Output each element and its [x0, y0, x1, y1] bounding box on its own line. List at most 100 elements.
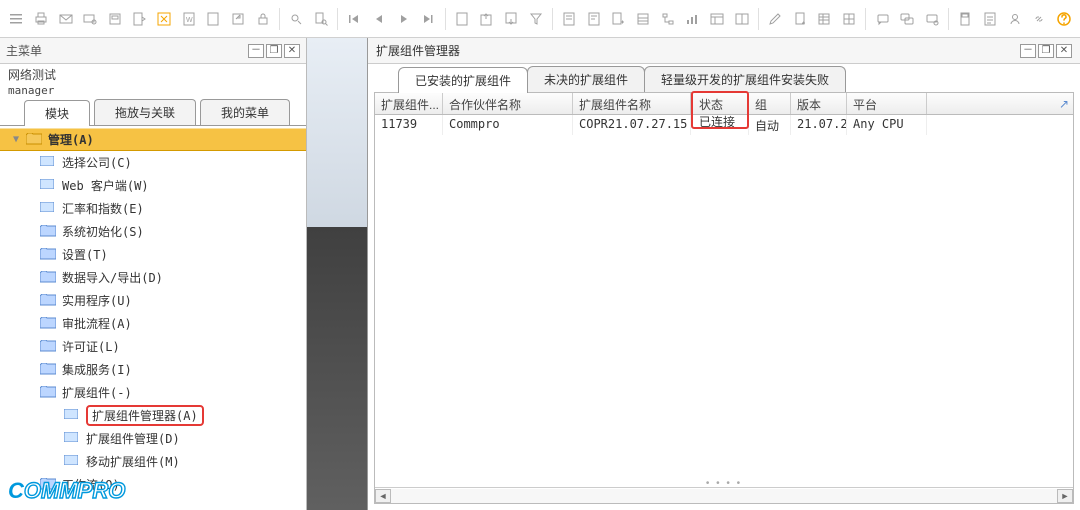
table-icon[interactable] — [814, 8, 835, 30]
tree-label: 实用程序(U) — [62, 292, 132, 309]
col-header[interactable]: 扩展组件名称 — [573, 93, 691, 114]
svg-text:W: W — [186, 17, 193, 24]
col-header[interactable]: 扩展组件... — [375, 93, 443, 114]
print-icon[interactable] — [31, 8, 52, 30]
minimize-button[interactable]: － — [1020, 44, 1036, 58]
addon-manager-titlebar[interactable]: 扩展组件管理器 － ❐ ✕ — [368, 38, 1080, 64]
find-icon[interactable] — [286, 8, 307, 30]
resize-dots-icon: • • • • — [706, 478, 742, 489]
tree-label: 审批流程(A) — [62, 315, 132, 332]
doc-down-icon[interactable] — [501, 8, 522, 30]
col-header[interactable]: 版本 — [791, 93, 847, 114]
doc-up-icon[interactable] — [476, 8, 497, 30]
tree-item[interactable]: 集成服务(I) — [0, 358, 306, 381]
mail-icon[interactable] — [55, 8, 76, 30]
tree-item[interactable]: 数据导入/导出(D) — [0, 266, 306, 289]
first-icon[interactable] — [344, 8, 365, 30]
tree-item[interactable]: 设置(T) — [0, 243, 306, 266]
tree-item[interactable]: 系统初始化(S) — [0, 220, 306, 243]
tree-item[interactable]: Web 客户端(W) — [0, 174, 306, 197]
col-header[interactable]: 组 — [749, 93, 791, 114]
msg2-icon[interactable] — [897, 8, 918, 30]
cell-id: 11739 — [375, 115, 443, 135]
scroll-track[interactable] — [391, 489, 1057, 503]
excel-icon[interactable] — [154, 8, 175, 30]
mail-attach-icon[interactable] — [80, 8, 101, 30]
expand-icon[interactable]: ↗ — [1059, 97, 1069, 111]
new-doc-icon[interactable] — [789, 8, 810, 30]
tree-item[interactable]: 许可证(L) — [0, 335, 306, 358]
connection-label: 网络测试 — [0, 64, 306, 84]
report-icon[interactable] — [980, 8, 1001, 30]
link-icon[interactable] — [1029, 8, 1050, 30]
pdf-icon[interactable] — [203, 8, 224, 30]
tree-label: 选择公司(C) — [62, 154, 132, 171]
tree-item[interactable]: 实用程序(U) — [0, 289, 306, 312]
user-icon[interactable] — [1004, 8, 1025, 30]
tab-installed[interactable]: 已安装的扩展组件 — [398, 67, 528, 93]
tab-mymenu[interactable]: 我的菜单 — [200, 99, 290, 125]
grid-icon[interactable] — [839, 8, 860, 30]
tree-label: 系统初始化(S) — [62, 223, 144, 240]
tab-modules[interactable]: 模块 — [24, 100, 90, 126]
col-header[interactable]: 平台 — [847, 93, 927, 114]
tree-label: 设置(T) — [62, 246, 108, 263]
minimize-button[interactable]: － — [248, 44, 264, 58]
tree-label: 扩展组件(-) — [62, 384, 132, 401]
filter-icon[interactable] — [525, 8, 546, 30]
tree-item[interactable]: 选择公司(C) — [0, 151, 306, 174]
tree-item[interactable]: 审批流程(A) — [0, 312, 306, 335]
cell-status: 已连接 — [693, 111, 747, 127]
msg3-icon[interactable] — [922, 8, 943, 30]
grid-header-row: 扩展组件... 合作伙伴名称 扩展组件名称 状态 已连接 组 版本 平台 — [375, 93, 1073, 115]
scroll-left-button[interactable]: ◄ — [375, 489, 391, 503]
form-b-icon[interactable] — [584, 8, 605, 30]
tree-item[interactable]: 扩展组件管理(D) — [0, 427, 306, 450]
restore-button[interactable]: ❐ — [1038, 44, 1054, 58]
tree-item-addon-manager[interactable]: 扩展组件管理器(A) — [0, 404, 306, 427]
chart-icon[interactable] — [682, 8, 703, 30]
col-header[interactable]: 合作伙伴名称 — [443, 93, 573, 114]
edit-icon[interactable] — [765, 8, 786, 30]
restore-button[interactable]: ❐ — [266, 44, 282, 58]
layout-icon[interactable] — [707, 8, 728, 30]
layout2-icon[interactable] — [731, 8, 752, 30]
module-tree[interactable]: ▼ 管理(A) 选择公司(C) Web 客户端(W) 汇率和指数(E) 系统初始… — [0, 126, 306, 510]
form-add-icon[interactable] — [608, 8, 629, 30]
tree-icon[interactable] — [657, 8, 678, 30]
list-icon[interactable] — [633, 8, 654, 30]
close-button[interactable]: ✕ — [1056, 44, 1072, 58]
fax-icon[interactable] — [105, 8, 126, 30]
calc-icon[interactable] — [955, 8, 976, 30]
lock-icon[interactable] — [252, 8, 273, 30]
separator — [758, 8, 759, 30]
close-button[interactable]: ✕ — [284, 44, 300, 58]
tree-root-admin[interactable]: ▼ 管理(A) — [0, 128, 306, 151]
find-doc-icon[interactable] — [310, 8, 331, 30]
prev-icon[interactable] — [369, 8, 390, 30]
help-icon[interactable] — [1054, 8, 1075, 30]
launch-icon[interactable] — [228, 8, 249, 30]
menu-icon[interactable] — [6, 8, 27, 30]
tab-pending[interactable]: 未决的扩展组件 — [527, 66, 645, 92]
tree-label: Web 客户端(W) — [62, 177, 149, 194]
export-icon[interactable] — [129, 8, 150, 30]
tab-failed[interactable]: 轻量级开发的扩展组件安装失败 — [644, 66, 846, 92]
doc-a-icon[interactable] — [451, 8, 472, 30]
tab-dragdrop[interactable]: 拖放与关联 — [94, 99, 196, 125]
form-a-icon[interactable] — [559, 8, 580, 30]
tree-label: 移动扩展组件(M) — [86, 453, 180, 470]
main-menu-titlebar[interactable]: 主菜单 － ❐ ✕ — [0, 38, 306, 64]
tree-item-addons[interactable]: 扩展组件(-) — [0, 381, 306, 404]
desktop-background — [307, 38, 367, 510]
tree-item[interactable]: 汇率和指数(E) — [0, 197, 306, 220]
last-icon[interactable] — [418, 8, 439, 30]
scroll-right-button[interactable]: ► — [1057, 489, 1073, 503]
tree-item[interactable]: 移动扩展组件(M) — [0, 450, 306, 473]
horizontal-scrollbar[interactable]: ◄ ► — [375, 487, 1073, 503]
addon-tab-strip: 已安装的扩展组件 未决的扩展组件 轻量级开发的扩展组件安装失败 — [368, 64, 1080, 92]
word-icon[interactable]: W — [178, 8, 199, 30]
next-icon[interactable] — [393, 8, 414, 30]
col-header[interactable]: 状态 — [693, 93, 747, 111]
msg-icon[interactable] — [872, 8, 893, 30]
